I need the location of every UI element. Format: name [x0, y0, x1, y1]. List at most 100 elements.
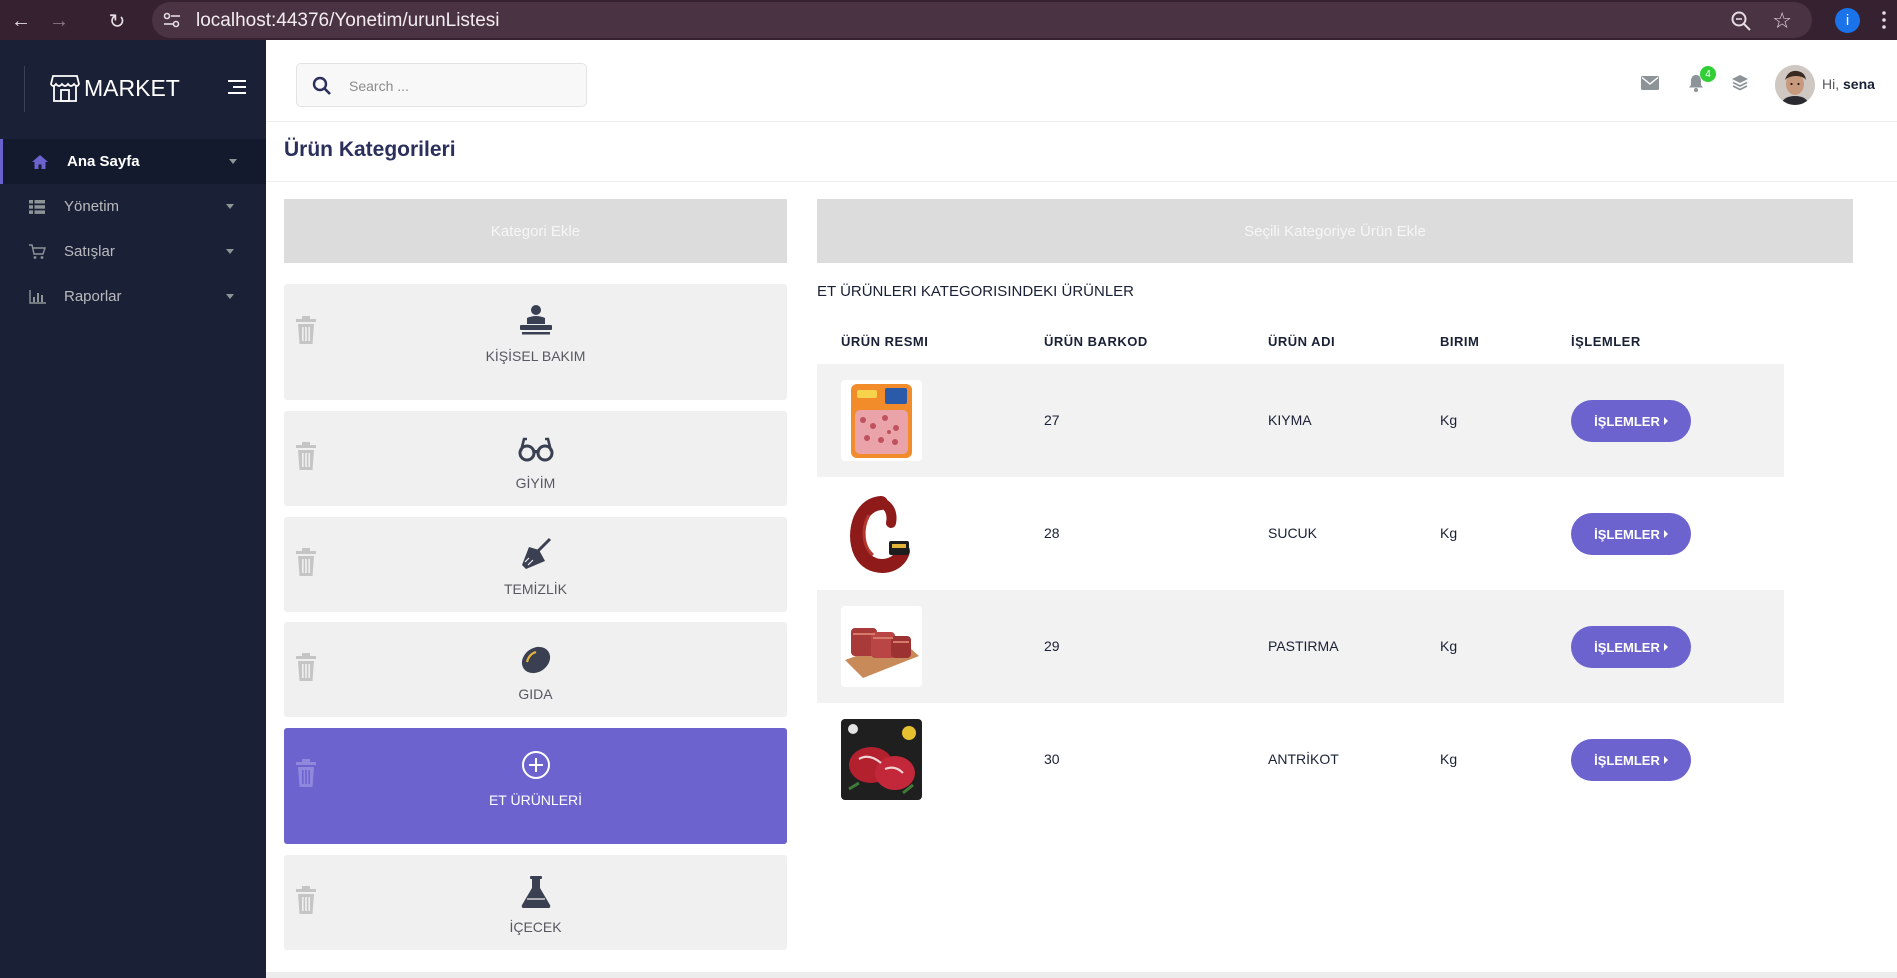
- product-unit: Kg: [1440, 525, 1458, 541]
- reload-icon[interactable]: ↻: [104, 8, 130, 34]
- sidebar-item-raporlar[interactable]: Raporlar: [0, 274, 266, 319]
- column-header: BIRIM: [1440, 334, 1480, 349]
- sidebar: MARKET Ana Sayfa Yönetim Satışlar Raporl…: [0, 40, 266, 978]
- search-box[interactable]: [296, 63, 587, 107]
- category-card-kisisel-bakim[interactable]: KİŞİSEL BAKIM: [284, 284, 787, 400]
- site-settings-icon[interactable]: [162, 11, 182, 29]
- glasses-icon: [518, 437, 553, 462]
- caret-right-icon: [1663, 530, 1668, 538]
- product-unit: Kg: [1440, 412, 1458, 428]
- operations-button[interactable]: İŞLEMLER: [1571, 739, 1691, 781]
- forward-icon[interactable]: →: [46, 8, 72, 34]
- layers-icon[interactable]: [1730, 74, 1750, 92]
- product-name: SUCUK: [1268, 525, 1318, 541]
- caret-right-icon: [1663, 756, 1668, 764]
- operations-button[interactable]: İŞLEMLER: [1571, 400, 1691, 442]
- category-card-icecek[interactable]: İÇECEK: [284, 855, 787, 950]
- plus-circle-icon: [521, 751, 550, 779]
- broom-icon: [521, 537, 551, 569]
- brand-name: MARKET: [84, 74, 180, 101]
- user-name: sena: [1843, 76, 1875, 92]
- product-barcode: 30: [1044, 751, 1060, 767]
- sidebar-item-yonetim[interactable]: Yönetim: [0, 184, 266, 229]
- product-image: [841, 493, 922, 574]
- sidebar-item-label: Yönetim: [64, 198, 120, 215]
- trash-icon[interactable]: [294, 316, 318, 344]
- chevron-down-icon: [226, 294, 234, 299]
- product-unit: Kg: [1440, 751, 1458, 767]
- browser-menu-icon[interactable]: [1882, 10, 1886, 30]
- zoom-icon[interactable]: [1730, 10, 1752, 32]
- page-bottom-edge: [266, 972, 1897, 978]
- caret-right-icon: [1663, 417, 1668, 425]
- add-category-button[interactable]: Kategori Ekle: [284, 199, 787, 263]
- trash-icon[interactable]: [294, 653, 318, 681]
- search-icon[interactable]: [312, 76, 332, 96]
- column-header: ÜRÜN ADI: [1268, 334, 1336, 349]
- back-icon[interactable]: ←: [8, 8, 34, 34]
- top-header: 4 Hi, sena: [266, 40, 1897, 122]
- table-row: 27 KIYMA Kg İŞLEMLER: [817, 364, 1784, 477]
- envelope-icon[interactable]: [1640, 74, 1660, 92]
- cart-icon: [27, 243, 47, 261]
- product-unit: Kg: [1440, 638, 1458, 654]
- chevron-down-icon: [226, 204, 234, 209]
- operations-label: İŞLEMLER: [1594, 639, 1660, 655]
- category-card-temizlik[interactable]: TEMİZLİK: [284, 517, 787, 612]
- sidebar-item-label: Satışlar: [64, 243, 115, 260]
- products-section-title: ET ÜRÜNLERI KATEGORISINDEKI ÜRÜNLER: [817, 283, 1134, 300]
- browser-toolbar: ← → ↻ localhost:44376/Yonetim/urunListes…: [0, 0, 1897, 40]
- trash-icon[interactable]: [294, 442, 318, 470]
- chevron-down-icon: [229, 159, 237, 164]
- product-barcode: 28: [1044, 525, 1060, 541]
- column-header: ÜRÜN RESMI: [841, 334, 929, 349]
- product-name: KIYMA: [1268, 412, 1312, 428]
- category-card-giyim[interactable]: GİYİM: [284, 411, 787, 506]
- category-card-gida[interactable]: GIDA: [284, 622, 787, 717]
- category-label: GIDA: [518, 686, 553, 702]
- product-image: [841, 606, 922, 687]
- operations-label: İŞLEMLER: [1594, 526, 1660, 542]
- caret-right-icon: [1663, 643, 1668, 651]
- column-header: ÜRÜN BARKOD: [1044, 334, 1148, 349]
- url-text[interactable]: localhost:44376/Yonetim/urunListesi: [196, 10, 500, 32]
- trash-icon[interactable]: [294, 886, 318, 914]
- table-row: 30 ANTRİKOT Kg İŞLEMLER: [817, 703, 1784, 816]
- chevron-down-icon: [226, 249, 234, 254]
- category-card-et-urunleri[interactable]: ET ÜRÜNLERİ: [284, 728, 787, 844]
- person-care-icon: [519, 305, 552, 335]
- title-divider: [266, 181, 1897, 182]
- bookmark-star-icon[interactable]: ☆: [1772, 8, 1792, 34]
- sidebar-menu: Ana Sayfa Yönetim Satışlar Raporlar: [0, 139, 266, 319]
- category-label: GİYİM: [515, 475, 556, 491]
- product-barcode: 27: [1044, 412, 1060, 428]
- table-icon: [27, 198, 47, 216]
- category-label: ET ÜRÜNLERİ: [488, 792, 583, 808]
- menu-toggle-icon[interactable]: [226, 78, 248, 96]
- store-icon: [50, 75, 80, 102]
- notification-badge: 4: [1700, 66, 1716, 82]
- search-input[interactable]: [349, 74, 569, 98]
- category-label: İÇECEK: [509, 919, 562, 935]
- table-row: 28 SUCUK Kg İŞLEMLER: [817, 477, 1784, 590]
- brand-logo[interactable]: MARKET: [50, 72, 180, 104]
- lemon-icon: [521, 646, 550, 674]
- operations-button[interactable]: İŞLEMLER: [1571, 513, 1691, 555]
- avatar[interactable]: [1775, 65, 1815, 105]
- user-greeting[interactable]: Hi, sena: [1822, 76, 1875, 92]
- greeting-prefix: Hi,: [1822, 76, 1840, 92]
- category-label: KİŞİSEL BAKIM: [485, 348, 586, 364]
- sidebar-item-label: Raporlar: [64, 288, 122, 305]
- sidebar-item-satislar[interactable]: Satışlar: [0, 229, 266, 274]
- trash-icon[interactable]: [294, 759, 318, 787]
- profile-avatar[interactable]: i: [1835, 8, 1860, 33]
- home-icon: [30, 153, 50, 171]
- brand-divider: [24, 66, 25, 112]
- trash-icon[interactable]: [294, 548, 318, 576]
- add-product-button[interactable]: Seçili Kategoriye Ürün Ekle: [817, 199, 1853, 263]
- sidebar-item-label: Ana Sayfa: [67, 153, 140, 170]
- product-name: PASTIRMA: [1268, 638, 1339, 654]
- sidebar-item-ana-sayfa[interactable]: Ana Sayfa: [0, 139, 266, 184]
- operations-button[interactable]: İŞLEMLER: [1571, 626, 1691, 668]
- address-bar[interactable]: localhost:44376/Yonetim/urunListesi ☆: [152, 2, 1812, 38]
